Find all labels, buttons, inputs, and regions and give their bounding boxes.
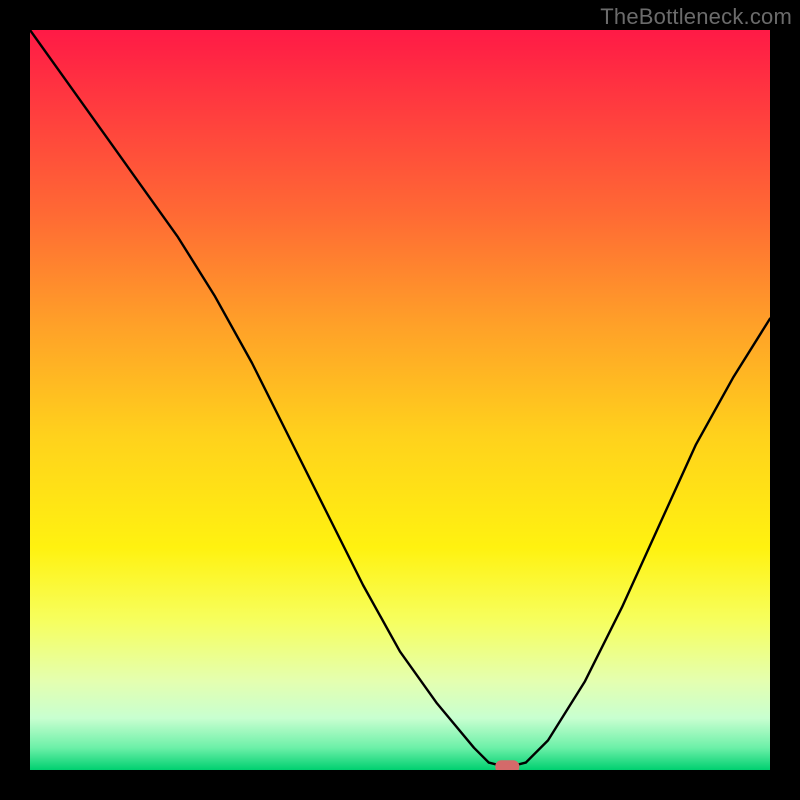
optimal-marker <box>495 760 519 770</box>
chart-frame: TheBottleneck.com <box>0 0 800 800</box>
watermark-text: TheBottleneck.com <box>600 4 792 30</box>
bottleneck-chart <box>30 30 770 770</box>
gradient-background <box>30 30 770 770</box>
